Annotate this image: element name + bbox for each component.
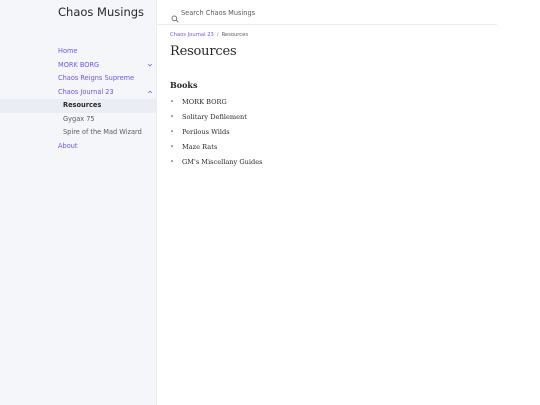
- book-title: GM's Miscellany Guides: [182, 158, 263, 166]
- sidebar-item-chaos-reigns-supreme[interactable]: Chaos Reigns Supreme: [0, 72, 157, 86]
- bullet: •: [170, 98, 175, 106]
- breadcrumb-current: Resources: [221, 32, 249, 38]
- sidebar-item-label: Gygax 75: [63, 114, 95, 123]
- search-input[interactable]: [181, 6, 381, 19]
- book-title: Solitary Defilement: [182, 113, 247, 121]
- site-title[interactable]: Chaos Musings: [58, 5, 144, 19]
- chevron-down-icon[interactable]: [146, 59, 154, 73]
- sidebar-item-resources[interactable]: Resources: [0, 99, 157, 113]
- sidebar-item-label: MORK BORG: [58, 60, 100, 69]
- sidebar-item-label: About: [58, 141, 78, 150]
- section-heading-books: Books: [170, 80, 198, 90]
- search-icon: [171, 8, 179, 23]
- sidebar-item-gygax-75[interactable]: Gygax 75: [0, 113, 157, 127]
- breadcrumb-link-chaos-journal-23[interactable]: Chaos Journal 23: [170, 32, 214, 38]
- book-title: Perilous Wilds: [182, 128, 230, 136]
- sidebar-item-label: Resources: [63, 101, 102, 109]
- sidebar-item-spire-of-the-mad-wizard[interactable]: Spire of the Mad Wizard: [0, 126, 157, 140]
- list-item: • MORK BORG: [170, 95, 263, 110]
- bullet: •: [170, 113, 175, 121]
- sidebar-item-label: Chaos Reigns Supreme: [58, 74, 135, 82]
- list-item: • Solitary Defilement: [170, 110, 263, 125]
- sidebar-item-label: Home: [58, 47, 78, 55]
- list-item: • Maze Rats: [170, 140, 263, 155]
- sidebar-item-label: Chaos Journal 23: [58, 87, 114, 96]
- chevron-up-icon[interactable]: [146, 86, 154, 100]
- breadcrumb: Chaos Journal 23/Resources: [170, 32, 248, 38]
- list-item: • GM's Miscellany Guides: [170, 155, 263, 170]
- book-title: Maze Rats: [182, 143, 218, 151]
- book-title: MORK BORG: [182, 98, 227, 106]
- list-item: • Perilous Wilds: [170, 125, 263, 140]
- sidebar-item-mork-borg[interactable]: MORK BORG: [0, 59, 157, 73]
- sidebar-subnav: Resources Gygax 75 Spire of the Mad Wiza…: [0, 99, 157, 140]
- book-list: • MORK BORG • Solitary Defilement • Perilou…: [170, 95, 263, 170]
- sidebar-item-label: Spire of the Mad Wizard: [63, 128, 142, 136]
- sidebar-item-chaos-journal-23[interactable]: Chaos Journal 23: [0, 86, 157, 100]
- bullet: •: [170, 158, 175, 166]
- sidebar-nav: Home MORK BORG Chaos Reigns Supreme Chao…: [0, 45, 157, 153]
- page-title: Resources: [170, 44, 237, 59]
- sidebar-item-about[interactable]: About: [0, 140, 157, 154]
- sidebar: Chaos Musings Home MORK BORG Chaos Reign…: [0, 0, 157, 405]
- search-bar: [157, 0, 497, 25]
- bullet: •: [170, 143, 175, 151]
- breadcrumb-separator: /: [216, 32, 219, 38]
- bullet: •: [170, 128, 175, 136]
- sidebar-item-home[interactable]: Home: [0, 45, 157, 59]
